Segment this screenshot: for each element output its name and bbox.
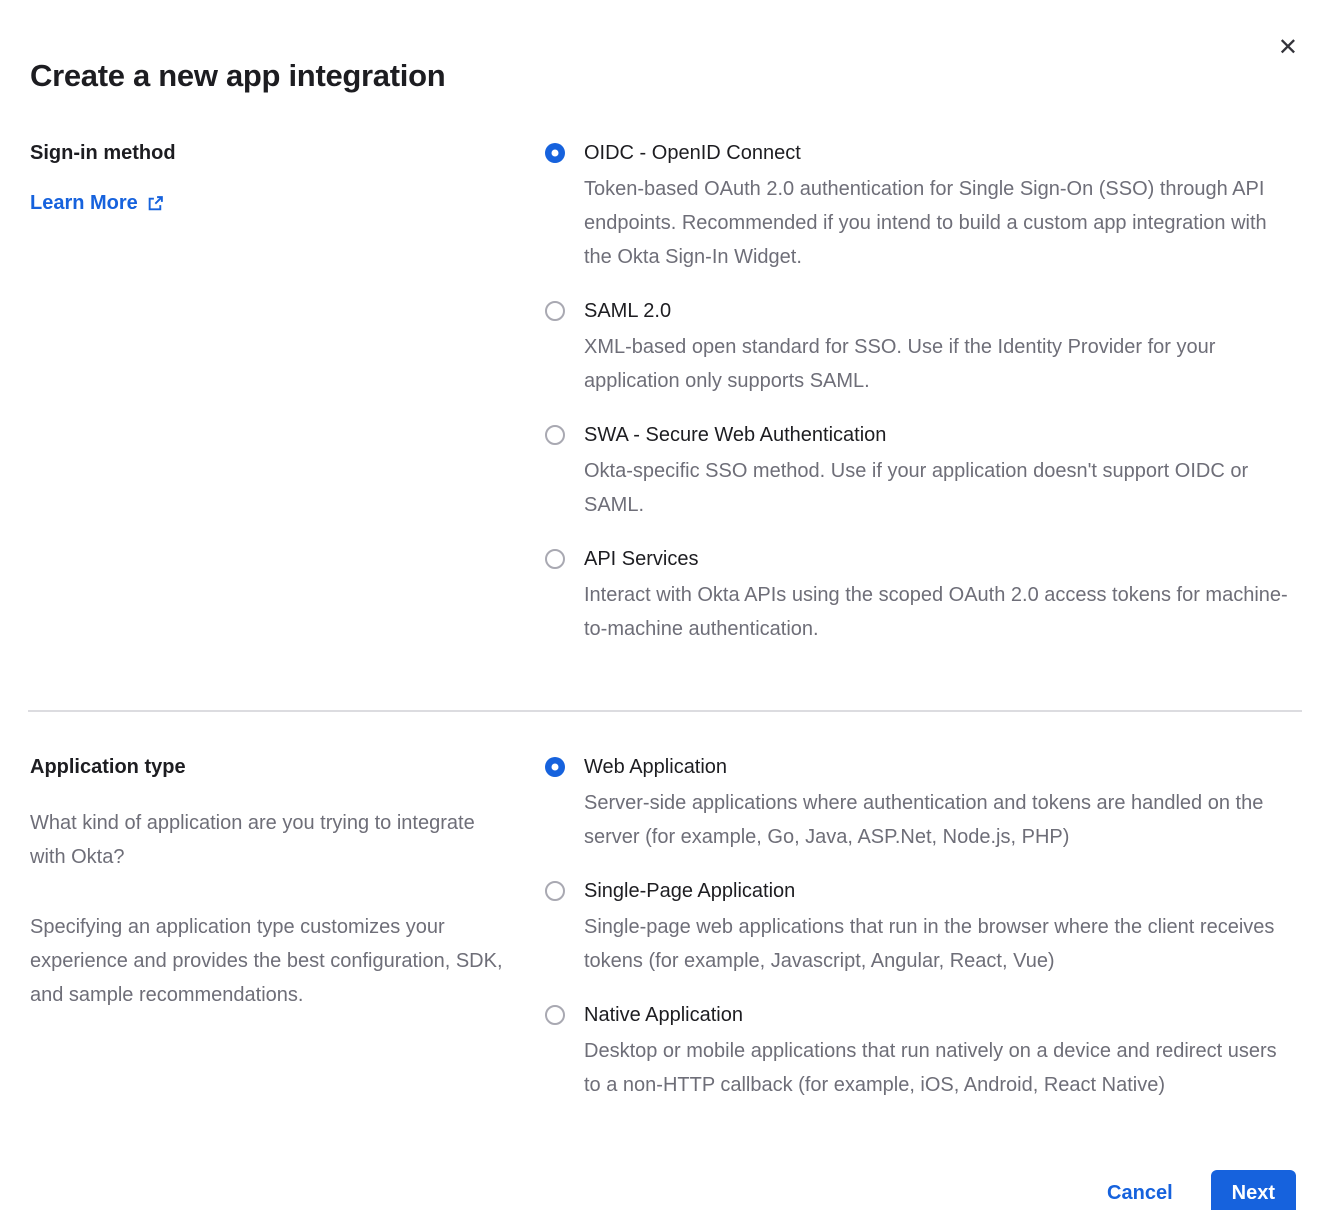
application-type-help-text-2: Specifying an application type customize… bbox=[30, 910, 510, 1012]
option-label-single-page-application: Single-Page Application bbox=[584, 878, 1296, 904]
radio-icon-oidc[interactable] bbox=[545, 143, 565, 163]
option-label-oidc: OIDC - OpenID Connect bbox=[584, 140, 1296, 166]
radio-option-saml[interactable]: SAML 2.0 XML-based open standard for SSO… bbox=[545, 298, 1296, 398]
radio-option-native-application[interactable]: Native Application Desktop or mobile app… bbox=[545, 1002, 1296, 1102]
signin-method-section: Sign-in method Learn More OIDC - OpenID … bbox=[0, 98, 1332, 670]
learn-more-link[interactable]: Learn More bbox=[30, 192, 164, 215]
option-desc-api-services: Interact with Okta APIs using the scoped… bbox=[584, 578, 1296, 646]
radio-option-oidc[interactable]: OIDC - OpenID Connect Token-based OAuth … bbox=[545, 140, 1296, 274]
create-app-integration-dialog: ✕ Create a new app integration Sign-in m… bbox=[0, 0, 1332, 1210]
radio-option-api-services[interactable]: API Services Interact with Okta APIs usi… bbox=[545, 546, 1296, 646]
application-type-options: Web Application Server-side applications… bbox=[535, 754, 1296, 1126]
radio-option-web-application[interactable]: Web Application Server-side applications… bbox=[545, 754, 1296, 854]
radio-icon-api-services[interactable] bbox=[545, 549, 565, 569]
option-label-swa: SWA - Secure Web Authentication bbox=[584, 422, 1296, 448]
application-type-label: Application type bbox=[30, 754, 535, 780]
page-title: Create a new app integration bbox=[0, 0, 1332, 98]
option-label-saml: SAML 2.0 bbox=[584, 298, 1296, 324]
cancel-button[interactable]: Cancel bbox=[1107, 1182, 1173, 1205]
close-icon[interactable]: ✕ bbox=[1278, 36, 1298, 60]
radio-icon-single-page-application[interactable] bbox=[545, 881, 565, 901]
option-desc-native-application: Desktop or mobile applications that run … bbox=[584, 1034, 1296, 1102]
option-desc-oidc: Token-based OAuth 2.0 authentication for… bbox=[584, 172, 1296, 274]
option-label-web-application: Web Application bbox=[584, 754, 1296, 780]
radio-icon-swa[interactable] bbox=[545, 425, 565, 445]
option-desc-web-application: Server-side applications where authentic… bbox=[584, 786, 1296, 854]
option-desc-saml: XML-based open standard for SSO. Use if … bbox=[584, 330, 1296, 398]
radio-option-swa[interactable]: SWA - Secure Web Authentication Okta-spe… bbox=[545, 422, 1296, 522]
application-type-left-col: Application type What kind of applicatio… bbox=[30, 754, 535, 1126]
external-link-icon bbox=[147, 195, 164, 212]
application-type-section: Application type What kind of applicatio… bbox=[0, 712, 1332, 1126]
application-type-help-text-1: What kind of application are you trying … bbox=[30, 806, 510, 874]
radio-icon-web-application[interactable] bbox=[545, 757, 565, 777]
radio-option-single-page-application[interactable]: Single-Page Application Single-page web … bbox=[545, 878, 1296, 978]
option-desc-swa: Okta-specific SSO method. Use if your ap… bbox=[584, 454, 1296, 522]
option-label-api-services: API Services bbox=[584, 546, 1296, 572]
signin-method-options: OIDC - OpenID Connect Token-based OAuth … bbox=[535, 140, 1296, 670]
option-desc-single-page-application: Single-page web applications that run in… bbox=[584, 910, 1296, 978]
signin-method-label: Sign-in method bbox=[30, 140, 535, 166]
signin-method-left-col: Sign-in method Learn More bbox=[30, 140, 535, 670]
next-button[interactable]: Next bbox=[1211, 1170, 1296, 1210]
dialog-footer: Cancel Next bbox=[0, 1170, 1332, 1210]
radio-icon-native-application[interactable] bbox=[545, 1005, 565, 1025]
learn-more-label: Learn More bbox=[30, 192, 138, 215]
radio-icon-saml[interactable] bbox=[545, 301, 565, 321]
option-label-native-application: Native Application bbox=[584, 1002, 1296, 1028]
